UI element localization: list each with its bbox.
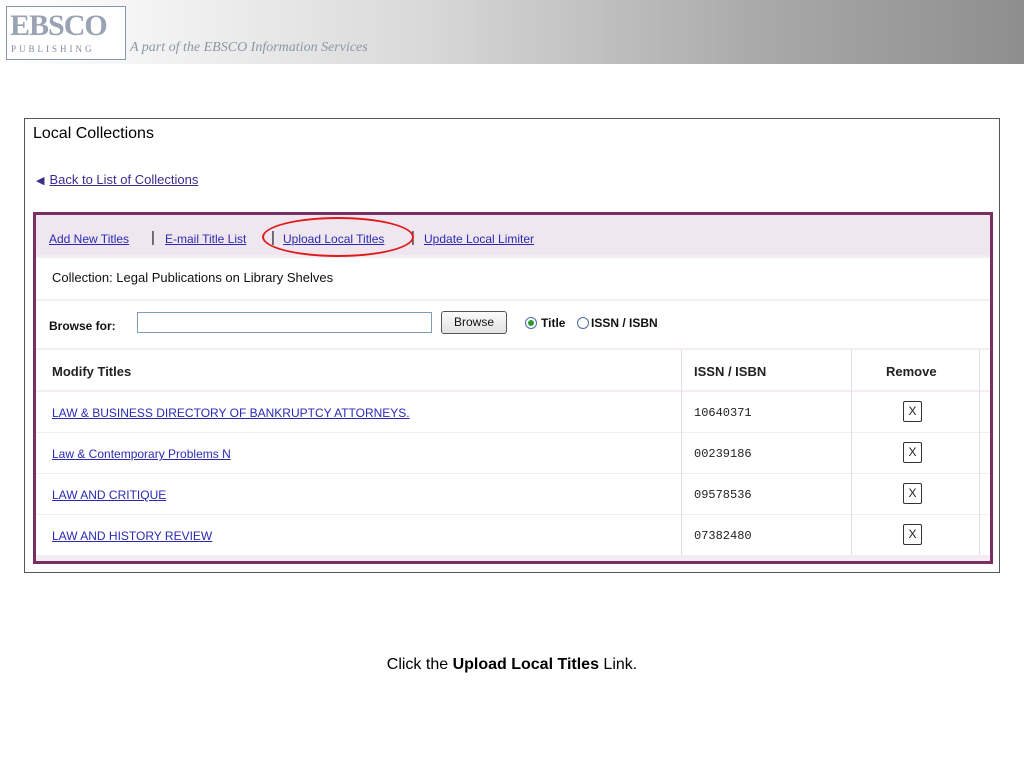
local-collections-panel: Local Collections ◀ Back to List of Colle… bbox=[24, 118, 1000, 573]
caption-emphasis: Upload Local Titles bbox=[452, 656, 599, 673]
browse-button[interactable]: Browse bbox=[441, 311, 507, 334]
logo-subtext: PUBLISHING bbox=[11, 44, 95, 54]
table-row: LAW AND HISTORY REVIEW 07382480 X bbox=[36, 515, 990, 555]
issn-isbn-header: ISSN / ISBN bbox=[694, 364, 767, 379]
back-link-label: Back to List of Collections bbox=[49, 172, 199, 187]
remove-button[interactable]: X bbox=[903, 442, 922, 463]
caption-prefix: Click the bbox=[386, 656, 453, 673]
collection-name-row: Collection: Legal Publications on Librar… bbox=[36, 258, 990, 299]
title-link[interactable]: LAW AND HISTORY REVIEW bbox=[52, 529, 212, 543]
title-radio-label: Title bbox=[541, 316, 566, 330]
collection-label: Collection: Legal Publications on Librar… bbox=[52, 270, 334, 285]
table-row: LAW & BUSINESS DIRECTORY OF BANKRUPTCY A… bbox=[36, 392, 990, 432]
title-link[interactable]: LAW AND CRITIQUE bbox=[52, 488, 166, 502]
issn-value: 00239186 bbox=[694, 447, 752, 461]
column-divider bbox=[681, 350, 682, 555]
issn-value: 09578536 bbox=[694, 488, 752, 502]
remove-button[interactable]: X bbox=[903, 483, 922, 504]
issn-value: 10640371 bbox=[694, 406, 752, 420]
title-radio[interactable] bbox=[525, 317, 537, 329]
update-local-limiter-link[interactable]: Update Local Limiter bbox=[424, 232, 534, 246]
ebsco-logo: EBSCO PUBLISHING bbox=[6, 6, 126, 60]
remove-button[interactable]: X bbox=[903, 401, 922, 422]
collection-toolbar: Add New Titles | E-mail Title List | Upl… bbox=[36, 215, 990, 257]
caption-suffix: Link. bbox=[598, 656, 638, 673]
remove-button[interactable]: X bbox=[903, 524, 922, 545]
issn-isbn-radio-label: ISSN / ISBN bbox=[591, 316, 658, 330]
email-title-list-link[interactable]: E-mail Title List bbox=[165, 232, 246, 246]
column-divider bbox=[851, 350, 852, 555]
back-to-collections-link[interactable]: ◀ Back to List of Collections bbox=[36, 172, 198, 187]
highlight-ellipse bbox=[262, 217, 414, 257]
column-divider bbox=[979, 350, 980, 555]
issn-value: 07382480 bbox=[694, 529, 752, 543]
remove-header: Remove bbox=[886, 364, 937, 379]
collection-editor: Add New Titles | E-mail Title List | Upl… bbox=[33, 212, 993, 564]
table-row: Law & Contemporary Problems N 00239186 X bbox=[36, 433, 990, 473]
toolbar-separator: | bbox=[151, 229, 155, 246]
header-banner: EBSCO PUBLISHING A part of the EBSCO Inf… bbox=[0, 0, 1024, 64]
issn-isbn-radio[interactable] bbox=[577, 317, 589, 329]
modify-titles-header: Modify Titles bbox=[52, 364, 132, 379]
titles-table-header: Modify Titles ISSN / ISBN Remove bbox=[36, 350, 990, 390]
left-arrow-icon: ◀ bbox=[36, 175, 45, 187]
title-link[interactable]: Law & Contemporary Problems N bbox=[52, 447, 231, 461]
add-new-titles-link[interactable]: Add New Titles bbox=[49, 232, 129, 246]
browse-row: Browse for: Browse Title ISSN / ISBN bbox=[36, 301, 990, 348]
instruction-caption: Click the Upload Local Titles Link. bbox=[0, 656, 1024, 674]
header-tagline: A part of the EBSCO Information Services bbox=[130, 40, 368, 55]
logo-wordmark: EBSCO bbox=[10, 9, 108, 42]
table-row: LAW AND CRITIQUE 09578536 X bbox=[36, 474, 990, 514]
browse-input[interactable] bbox=[137, 312, 432, 333]
browse-label: Browse for: bbox=[49, 319, 116, 333]
page-title: Local Collections bbox=[33, 125, 154, 142]
title-link[interactable]: LAW & BUSINESS DIRECTORY OF BANKRUPTCY A… bbox=[52, 406, 410, 420]
